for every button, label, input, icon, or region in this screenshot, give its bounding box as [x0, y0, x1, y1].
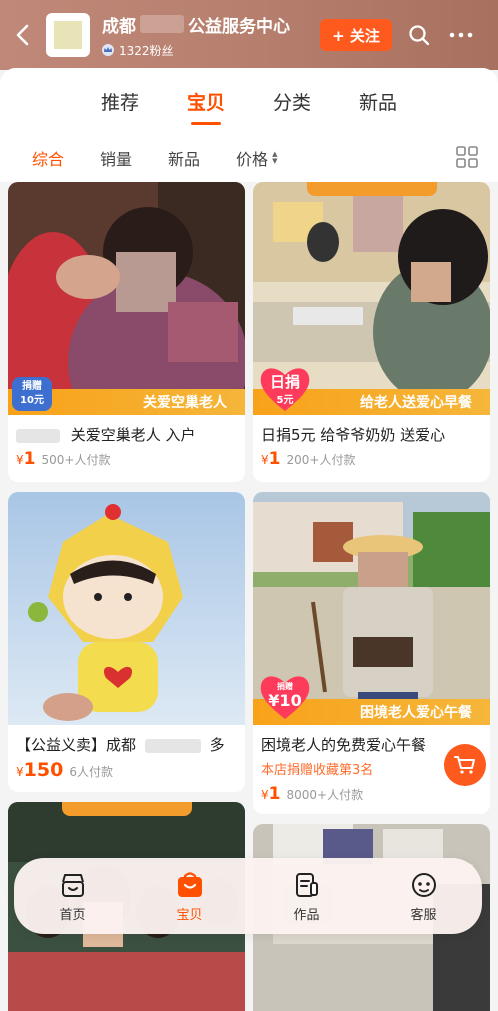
shop-name: 成都 公益服务中心	[102, 15, 290, 37]
fans-count: 1322粉丝	[102, 42, 312, 59]
shop-info[interactable]: 成都 公益服务中心 1322粉丝	[102, 12, 312, 59]
product-image: 困境老人爱心午餐 捐赠 ¥10	[253, 492, 490, 725]
more-dots-icon	[449, 32, 473, 38]
tab-recommend[interactable]: 推荐	[101, 80, 139, 123]
product-image: 给老人送爱心早餐 日捐 5元	[253, 182, 490, 415]
grid-view-icon[interactable]	[456, 146, 478, 168]
product-image: 关爱空巢老人 捐赠 10元	[8, 182, 245, 415]
product-price-line: ¥ 1 500+人付款	[16, 449, 111, 469]
product-price-line: ¥ 150 6人付款	[16, 759, 113, 781]
nav-products[interactable]: 宝贝	[150, 870, 230, 923]
product-ribbon	[306, 182, 437, 196]
product-ribbon	[61, 802, 192, 816]
shop-header: 成都 公益服务中心 1322粉丝 + 关注	[0, 0, 498, 70]
redacted-text	[140, 15, 184, 33]
cart-icon	[454, 756, 475, 774]
chevron-left-icon	[16, 24, 29, 46]
shop-avatar[interactable]	[46, 13, 90, 57]
nav-home[interactable]: 首页	[33, 870, 113, 923]
product-card[interactable]: 【公益义卖】成都 多 ¥ 150 6人付款	[8, 492, 245, 792]
donation-badge: 捐赠 10元	[12, 377, 52, 411]
back-button[interactable]	[4, 15, 40, 55]
product-title: 关爱空巢老人 入户	[8, 415, 245, 443]
tab-products[interactable]: 宝贝	[187, 80, 225, 123]
sort-price[interactable]: 价格 ▲ ▼	[236, 146, 277, 170]
bottom-nav: 首页 宝贝 作品 客服	[14, 858, 482, 934]
shop-home-icon	[58, 870, 88, 900]
nav-works[interactable]: 作品	[267, 870, 347, 923]
product-image	[8, 492, 245, 725]
shop-tabs: 推荐 宝贝 分类 新品	[0, 68, 498, 134]
product-price-line: ¥ 1 200+人付款	[261, 449, 356, 469]
product-title: 日捐5元 给爷爷奶奶 送爱心	[261, 426, 446, 443]
donation-heart-badge: 捐赠 ¥10	[257, 673, 313, 721]
donation-heart-badge: 日捐 5元	[257, 365, 313, 413]
sort-new[interactable]: 新品	[168, 146, 200, 170]
redacted-text	[144, 738, 201, 753]
sort-arrows-icon: ▲ ▼	[272, 150, 278, 165]
customer-service-icon	[409, 870, 439, 900]
sort-bar: 综合 销量 新品 价格 ▲ ▼	[0, 134, 498, 182]
tab-new[interactable]: 新品	[359, 80, 397, 123]
product-title: 【公益义卖】成都 多	[16, 736, 225, 753]
nav-service[interactable]: 客服	[384, 870, 464, 923]
product-card[interactable]: 给老人送爱心早餐 日捐 5元 日捐5元 给爷爷奶奶 送爱心 ¥ 1 200+人付…	[253, 182, 490, 482]
works-icon	[292, 870, 322, 900]
follow-button[interactable]: + 关注	[320, 19, 392, 51]
search-icon	[409, 25, 430, 46]
cart-button[interactable]	[444, 744, 486, 786]
sort-sales[interactable]: 销量	[100, 146, 132, 170]
redacted-text	[16, 428, 60, 443]
product-card[interactable]: 关爱空巢老人 捐赠 10元 关爱空巢老人 入户 ¥ 1 500+人付款	[8, 182, 245, 482]
shopping-bag-icon	[175, 870, 205, 900]
sort-overall[interactable]: 综合	[32, 146, 64, 170]
tab-categories[interactable]: 分类	[273, 80, 311, 123]
crown-icon	[102, 44, 114, 56]
search-button[interactable]	[404, 20, 434, 50]
more-button[interactable]	[446, 20, 476, 50]
